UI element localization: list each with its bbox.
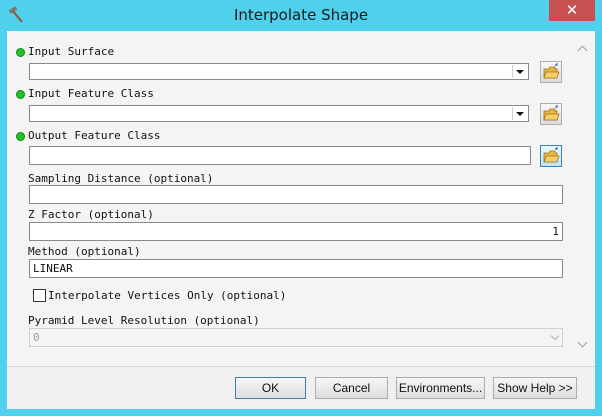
show-help-button[interactable]: Show Help >> xyxy=(493,377,577,399)
title-bar[interactable]: Interpolate Shape ✕ xyxy=(0,0,602,31)
environments-button[interactable]: Environments... xyxy=(396,377,485,399)
input-surface-combo[interactable] xyxy=(29,63,529,80)
open-folder-icon xyxy=(543,147,560,163)
open-folder-icon xyxy=(543,105,560,121)
pyramid-level-spinner xyxy=(548,328,562,347)
input-feature-class-combo[interactable] xyxy=(29,105,529,122)
output-feature-class-field[interactable] xyxy=(29,146,531,165)
z-factor-field[interactable]: 1 xyxy=(29,222,563,241)
output-feature-class-label: Output Feature Class xyxy=(28,129,161,142)
sampling-distance-field[interactable] xyxy=(29,185,563,204)
interpolate-vertices-only-label[interactable]: Interpolate Vertices Only (optional) xyxy=(48,289,286,302)
z-factor-label: Z Factor (optional) xyxy=(28,208,154,221)
pyramid-level-resolution-field: 0 xyxy=(29,328,563,347)
method-field[interactable]: LINEAR xyxy=(29,259,563,278)
pyramid-level-resolution-label: Pyramid Level Resolution (optional) xyxy=(28,314,260,327)
method-label: Method (optional) xyxy=(28,245,141,258)
interpolate-vertices-only-checkbox[interactable] xyxy=(33,289,46,302)
output-feature-class-browse-button[interactable] xyxy=(540,145,562,167)
close-button[interactable]: ✕ xyxy=(549,0,595,21)
required-indicator-icon xyxy=(16,132,25,141)
dropdown-arrow-icon[interactable] xyxy=(512,65,527,78)
dialog-client-area: Input Surface Input Feature Class Output… xyxy=(7,31,595,409)
parameters-panel: Input Surface Input Feature Class Output… xyxy=(7,31,595,366)
button-bar-divider xyxy=(7,366,595,367)
close-icon: ✕ xyxy=(565,1,579,19)
sampling-distance-label: Sampling Distance (optional) xyxy=(28,172,214,185)
dropdown-arrow-icon[interactable] xyxy=(512,107,527,120)
cancel-button[interactable]: Cancel xyxy=(315,377,388,399)
required-indicator-icon xyxy=(16,90,25,99)
window-title: Interpolate Shape xyxy=(233,6,369,24)
input-feature-class-label: Input Feature Class xyxy=(28,87,154,100)
input-surface-browse-button[interactable] xyxy=(540,61,562,83)
scroll-down-icon[interactable] xyxy=(575,336,592,353)
vertical-scrollbar[interactable] xyxy=(575,31,592,366)
dialog-window: Interpolate Shape ✕ Input Surface Input … xyxy=(0,0,602,416)
scroll-up-icon[interactable] xyxy=(575,41,592,58)
ok-button[interactable]: OK xyxy=(235,377,306,399)
required-indicator-icon xyxy=(16,48,25,57)
input-feature-class-browse-button[interactable] xyxy=(540,103,562,125)
input-surface-label: Input Surface xyxy=(28,45,115,58)
open-folder-icon xyxy=(543,63,560,79)
